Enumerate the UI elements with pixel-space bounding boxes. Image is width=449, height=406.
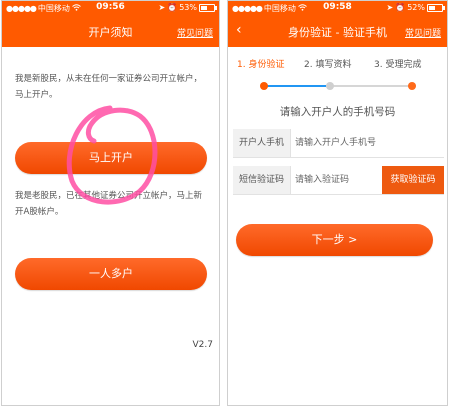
version-label: V2.7 — [192, 340, 213, 350]
old-user-description: 我是老股民，已在其他证券公司开立帐户，马上新开A股帐户。 — [15, 191, 203, 217]
code-row: 短信验证码 获取验证码 — [233, 166, 444, 195]
step-1-label: 1. 身份验证 — [237, 60, 285, 70]
battery-icon — [427, 3, 445, 12]
step-3-label: 3. 受理完成 — [374, 60, 422, 70]
status-bar: ●●●●● 中国移动 09:56 ➤ ⏰ 53% — [2, 1, 219, 16]
sms-code-input[interactable] — [295, 172, 375, 188]
battery-icon — [199, 3, 217, 12]
step-progress-bar — [228, 81, 447, 91]
step-labels: 1. 身份验证 2. 填写资料 3. 受理完成 — [228, 57, 447, 71]
progress-line-done — [266, 85, 326, 87]
progress-line-pending — [326, 85, 416, 87]
nav-bar: ‹ 身份验证 - 验证手机 常见问题 — [228, 16, 447, 47]
location-icon: ➤ — [158, 3, 166, 12]
phone-input[interactable] — [295, 135, 435, 151]
step-2-dot — [326, 82, 334, 90]
phone-row: 开户人手机 — [233, 129, 444, 158]
alarm-icon: ⏰ — [167, 3, 178, 12]
phone-label: 开户人手机 — [233, 129, 291, 157]
left-phone-screen: ●●●●● 中国移动 09:56 ➤ ⏰ 53% 开户须知 常见问题 我是新股民… — [1, 0, 220, 406]
step-3-dot — [408, 82, 416, 90]
battery-percent: 53% — [179, 3, 197, 12]
nav-bar: 开户须知 常见问题 — [2, 16, 219, 47]
status-right-group: ➤ ⏰ 52% — [386, 3, 445, 12]
help-link[interactable]: 常见问题 — [177, 26, 213, 39]
next-step-button[interactable]: 下一步 > — [236, 224, 433, 256]
status-bar: ●●●●● 中国移动 09:58 ➤ ⏰ 52% — [228, 1, 447, 16]
new-user-description: 我是新股民，从未在任何一家证券公司开立帐户，马上开户。 — [15, 74, 203, 100]
step-1-dot — [260, 82, 268, 90]
right-phone-screen: ●●●●● 中国移动 09:58 ➤ ⏰ 52% ‹ 身份验证 - 验证手机 常… — [227, 0, 448, 406]
status-right-group: ➤ ⏰ 53% — [158, 3, 217, 12]
battery-percent: 52% — [407, 3, 425, 12]
help-link[interactable]: 常见问题 — [405, 26, 441, 39]
battery-fill — [201, 5, 208, 10]
multi-account-button[interactable]: 一人多户 — [15, 258, 207, 290]
location-icon: ➤ — [386, 3, 394, 12]
open-account-button[interactable]: 马上开户 — [15, 142, 207, 174]
get-code-button[interactable]: 获取验证码 — [382, 166, 444, 194]
step-2-label: 2. 填写资料 — [304, 60, 352, 70]
battery-fill — [429, 5, 436, 10]
alarm-icon: ⏰ — [395, 3, 406, 12]
phone-prompt: 请输入开户人的手机号码 — [279, 106, 396, 118]
code-label: 短信验证码 — [233, 166, 291, 194]
